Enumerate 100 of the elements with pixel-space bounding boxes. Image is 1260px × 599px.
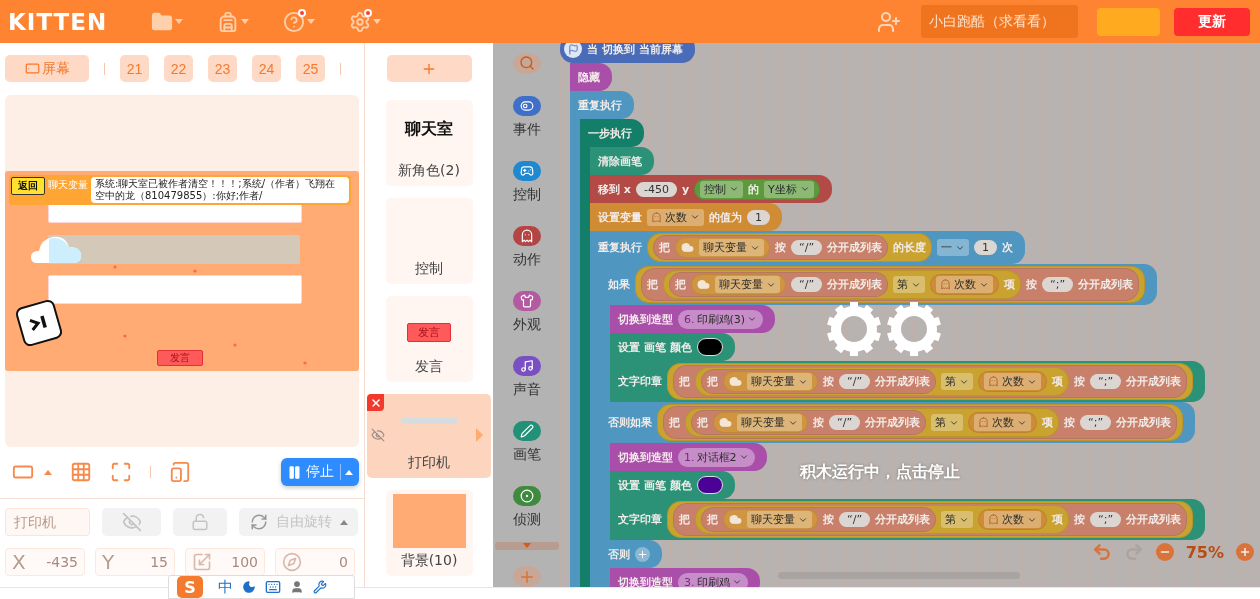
category-item[interactable]: 控制 — [512, 160, 541, 204]
category-item[interactable]: 画笔 — [512, 420, 541, 464]
code-block[interactable]: 文字印章 把 把 聊天变量 按 “/” 分开成列表 第 次数 项 按 “;” 分开成列表 — [610, 361, 1206, 402]
fullscreen-icon[interactable] — [110, 461, 132, 483]
variable-dropdown[interactable]: 聊天变量 — [747, 373, 812, 390]
cloud-variable-reporter[interactable]: 聊天变量 — [713, 412, 808, 433]
undo-button[interactable] — [1091, 542, 1112, 562]
block-dropdown[interactable]: 一 — [937, 239, 970, 256]
text-input[interactable]: “;” — [1042, 277, 1074, 292]
sprite-card[interactable]: 发言 发言 — [385, 296, 473, 382]
publish-button[interactable] — [1097, 7, 1160, 36]
code-block[interactable]: 切换到造型 1. 对话框2 — [610, 443, 767, 471]
code-block[interactable]: 切换到造型 6. 印刷鸡(3) — [610, 305, 776, 333]
eye-off-icon[interactable] — [371, 428, 385, 442]
reporter-block[interactable]: 把 聊天变量 按 “/” 分开成列表 — [701, 369, 937, 394]
code-block[interactable]: 设置变量 次数 的值为 1 — [590, 203, 782, 231]
scroll-down-button[interactable] — [494, 541, 559, 551]
sprite-card[interactable]: 聊天室 新角色(2) — [385, 100, 473, 186]
code-block[interactable]: 如果 把 把 聊天变量 “/” 分开成列表 第 次数 项 按 “;” 分开成列表 — [600, 264, 1158, 305]
variable-dropdown[interactable]: 聊天变量 — [737, 414, 802, 431]
reporter-block[interactable]: 把 聊天变量 “/” 分开成列表 — [669, 272, 889, 297]
caret-button[interactable] — [44, 469, 52, 475]
cloud-variable-reporter[interactable]: 聊天变量 — [723, 371, 818, 392]
sprite-card[interactable]: 打印机 — [367, 394, 491, 478]
ime-mode[interactable]: 中 — [218, 577, 233, 597]
menu-button[interactable] — [217, 10, 250, 33]
block-dropdown[interactable]: Y坐标 — [764, 180, 814, 198]
sprite-card[interactable]: 背景(10) — [385, 490, 473, 576]
add-extension-button[interactable] — [512, 566, 541, 587]
code-block[interactable]: 切换到造型 3. 印刷鸡 — [610, 568, 760, 587]
variable-dropdown[interactable]: 聊天变量 — [747, 511, 812, 528]
expand-arrow-icon[interactable] — [476, 428, 483, 442]
reporter-block[interactable]: 把 聊天变量 按 “/” 分开成列表 第 次数 项 — [695, 367, 1070, 396]
costume-dropdown[interactable]: 3. 印刷鸡 — [678, 572, 748, 587]
block-dropdown[interactable]: 控制 — [700, 180, 744, 198]
block-dropdown[interactable]: 第 — [893, 276, 926, 293]
block-dropdown[interactable]: 第 — [941, 511, 974, 528]
update-button[interactable]: 更新 — [1174, 7, 1250, 36]
add-branch-button[interactable] — [635, 546, 650, 562]
close-button[interactable] — [367, 394, 384, 411]
category-item[interactable]: 外观 — [512, 290, 541, 334]
text-input[interactable]: “;” — [1090, 374, 1122, 389]
color-swatch[interactable] — [696, 476, 723, 494]
cloud-variable-reporter[interactable]: 聊天变量 — [691, 274, 786, 295]
variable-dropdown[interactable]: 聊天变量 — [715, 276, 780, 293]
reporter-block[interactable]: 把 聊天变量 按 “/” 分开成列表 第 次数 项 — [695, 505, 1070, 534]
grid-icon[interactable] — [70, 461, 92, 483]
code-canvas[interactable] — [560, 43, 1260, 587]
menu-button[interactable] — [151, 10, 184, 33]
menu-button[interactable] — [283, 10, 316, 33]
code-block[interactable]: 否则如果 把 把 聊天变量 按 “/” 分开成列表 第 次数 项 按 “;” 分开成列表 — [600, 402, 1196, 443]
text-input[interactable]: “;” — [1090, 512, 1122, 527]
code-block[interactable]: 重复执行 把 聊天变量 按 “/” 分开成列表 的长度 一 1 次 — [590, 231, 1026, 264]
category-item[interactable]: 侦测 — [512, 485, 541, 529]
text-input[interactable]: “/” — [839, 374, 871, 389]
add-sprite-button[interactable] — [386, 55, 472, 82]
reporter-block[interactable]: 把 聊天变量 按 “/” 分开成列表 — [653, 235, 889, 260]
cloud-variable-reporter[interactable]: 聊天变量 — [723, 509, 818, 530]
reporter-block[interactable]: 把 聊天变量 按 “/” 分开成列表 的长度 — [647, 233, 933, 262]
variable-reporter[interactable]: 次数 — [930, 274, 1000, 295]
zoom-out-button[interactable] — [1155, 543, 1174, 561]
text-input[interactable]: “/” — [791, 240, 823, 255]
number-input[interactable]: 1 — [747, 209, 770, 225]
sprite-card[interactable]: 控制 — [385, 198, 473, 284]
event-block[interactable]: 当 切换到 当前屏幕 — [560, 43, 695, 63]
menu-button[interactable] — [349, 10, 382, 33]
variable-reporter[interactable]: 次数 — [968, 412, 1038, 433]
visibility-button[interactable] — [102, 508, 161, 536]
block-dropdown[interactable]: 第 — [941, 373, 974, 390]
text-input[interactable]: “;” — [1080, 415, 1112, 430]
tablet-icon[interactable] — [169, 461, 191, 483]
text-input[interactable]: “/” — [829, 415, 861, 430]
variable-reporter[interactable]: 次数 — [978, 509, 1048, 530]
variable-dropdown[interactable]: 次数 — [974, 414, 1032, 431]
add-user-icon[interactable] — [877, 9, 901, 34]
reporter-block[interactable]: 把 聊天变量 按 “/” 分开成列表 第 次数 项 — [685, 408, 1060, 437]
reporter-block[interactable]: 把 聊天变量 “/” 分开成列表 第 次数 项 — [663, 270, 1022, 299]
text-input[interactable]: “/” — [839, 512, 871, 527]
text-input[interactable]: “/” — [791, 277, 823, 292]
color-swatch[interactable] — [696, 338, 723, 356]
variable-dropdown[interactable]: 聊天变量 — [699, 239, 764, 256]
costume-dropdown[interactable]: 6. 印刷鸡(3) — [678, 309, 764, 329]
sprite-name-field[interactable]: 打印机 — [5, 508, 90, 536]
code-block[interactable]: 文字印章 把 把 聊天变量 按 “/” 分开成列表 第 次数 项 按 “;” 分开成列表 — [610, 499, 1206, 540]
reporter-block[interactable]: 控制 的 Y坐标 — [694, 178, 820, 200]
block-dropdown[interactable]: 第 — [931, 414, 964, 431]
number-input[interactable]: -450 — [635, 181, 677, 197]
variable-dropdown[interactable]: 次数 — [647, 208, 704, 226]
reporter-block[interactable]: 把 聊天变量 按 “/” 分开成列表 — [691, 410, 927, 435]
code-block[interactable]: 移到 x -450 y 控制 的 Y坐标 — [590, 175, 832, 203]
costume-dropdown[interactable]: 1. 对话框2 — [678, 447, 755, 467]
code-block[interactable]: 一步执行 — [580, 119, 644, 147]
number-input[interactable]: 1 — [974, 240, 998, 255]
cloud-variable-reporter[interactable]: 聊天变量 — [675, 237, 770, 258]
search-button[interactable] — [512, 53, 541, 74]
variable-dropdown[interactable]: 次数 — [984, 373, 1042, 390]
zoom-in-button[interactable] — [1236, 543, 1254, 561]
code-block[interactable]: 隐藏 — [570, 63, 612, 91]
variable-reporter[interactable]: 次数 — [978, 371, 1048, 392]
category-item[interactable]: 事件 — [512, 95, 541, 139]
